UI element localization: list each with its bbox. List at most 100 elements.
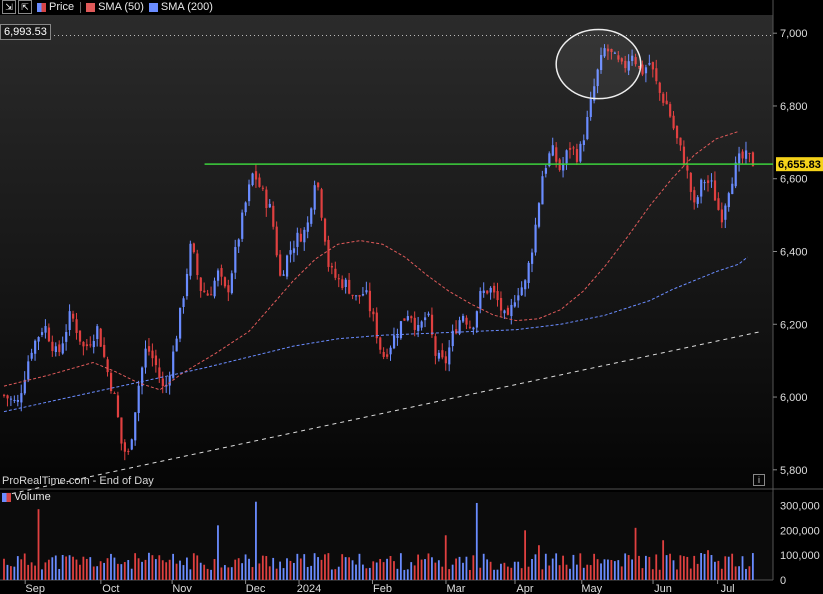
volume-bar — [534, 554, 537, 580]
legend-price-label: Price — [49, 1, 75, 13]
volume-bar — [154, 559, 157, 580]
legend-sma50-label: SMA (50) — [98, 1, 144, 13]
volume-bar — [89, 557, 92, 580]
volume-bar — [669, 553, 671, 580]
volume-bar — [134, 553, 137, 580]
info-icon[interactable]: i — [753, 474, 765, 486]
volume-bar — [468, 569, 471, 580]
candle-body — [151, 350, 154, 359]
legend-sma200[interactable]: SMA (200) — [148, 1, 213, 13]
collapse-icon[interactable]: ⇲ — [2, 0, 16, 14]
expand-icon[interactable]: ⇱ — [18, 0, 32, 14]
candle-body — [565, 150, 568, 164]
volume-bar — [344, 557, 347, 580]
volume-bar — [444, 535, 447, 580]
volume-bar — [99, 561, 102, 580]
y-tick-label: 6,400 — [780, 247, 808, 259]
candle-body — [586, 117, 589, 140]
candle-body — [575, 149, 579, 162]
volume-bar — [179, 560, 181, 580]
volume-bar — [68, 555, 71, 580]
volume-bar — [123, 562, 126, 580]
candle-body — [551, 145, 554, 156]
volume-bar — [582, 567, 585, 580]
volume-bar — [203, 564, 206, 580]
volume-bar — [579, 553, 582, 580]
volume-bar — [334, 569, 337, 580]
candle-body — [244, 202, 247, 213]
candle-body — [713, 180, 717, 201]
candle-body — [344, 279, 347, 288]
volume-bar — [717, 560, 720, 580]
last-price-label: 6,655.83 — [778, 159, 821, 171]
legend-sma50[interactable]: SMA (50) — [86, 1, 144, 13]
candle-body — [455, 329, 458, 334]
volume-bar — [631, 559, 633, 580]
candle-body — [441, 350, 444, 358]
volume-bar — [355, 564, 357, 580]
volume-bar — [96, 566, 99, 580]
volume-bar — [92, 566, 95, 580]
x-tick-label: Sep — [25, 583, 45, 594]
candle-body — [65, 331, 68, 342]
volume-bar — [665, 555, 668, 580]
candle-body — [210, 294, 213, 296]
volume-bar — [6, 564, 9, 580]
volume-bar — [213, 559, 216, 580]
volume-bar — [172, 553, 175, 580]
volume-bar — [296, 553, 299, 580]
candle-body — [275, 226, 278, 256]
volume-bar — [551, 558, 554, 580]
volume-bar — [689, 568, 692, 580]
volume-bar — [51, 557, 54, 580]
candle-body — [748, 152, 751, 154]
candle-body — [30, 352, 33, 359]
volume-bar — [110, 553, 112, 580]
candle-body — [472, 327, 475, 330]
volume-bar — [37, 509, 40, 580]
candle-body — [520, 287, 523, 296]
sma50-swatch-icon — [86, 2, 96, 12]
volume-bar — [130, 568, 133, 580]
candle-body — [116, 395, 120, 418]
candle-body — [216, 270, 220, 281]
candle-body — [289, 250, 292, 255]
volume-bar — [503, 562, 506, 580]
candle-body — [727, 193, 730, 208]
candle-body — [444, 356, 447, 364]
volume-bar — [372, 561, 375, 580]
volume-bar — [196, 555, 199, 580]
volume-bar — [362, 564, 364, 580]
candle-body — [506, 307, 510, 315]
volume-bar — [544, 553, 547, 580]
volume-bar — [727, 556, 730, 580]
x-tick-label: 2024 — [297, 583, 321, 594]
candle-body — [68, 311, 71, 331]
candle-body — [448, 347, 451, 365]
candle-body — [475, 311, 478, 328]
candle-body — [78, 330, 82, 342]
volume-bar — [248, 558, 250, 580]
candle-body — [182, 298, 185, 307]
candle-body — [572, 147, 575, 149]
candle-body — [496, 291, 499, 301]
volume-bar — [624, 553, 627, 580]
volume-bar — [220, 567, 223, 580]
volume-bar — [251, 567, 254, 580]
volume-legend[interactable]: Volume — [2, 490, 51, 504]
volume-bar — [424, 559, 426, 580]
candle-body — [686, 165, 689, 171]
volume-bar — [310, 565, 313, 580]
legend-price[interactable]: Price — [37, 1, 74, 13]
volume-bar — [720, 568, 723, 580]
volume-bar — [724, 556, 727, 580]
candle-body — [189, 243, 192, 276]
candle-body — [196, 253, 199, 276]
candle-body — [689, 172, 692, 192]
volume-bar — [337, 566, 340, 580]
candle-body — [644, 67, 648, 74]
volume-bar — [10, 566, 12, 580]
candle-body — [368, 290, 372, 312]
candle-body — [562, 164, 565, 171]
volume-bar — [227, 567, 230, 580]
